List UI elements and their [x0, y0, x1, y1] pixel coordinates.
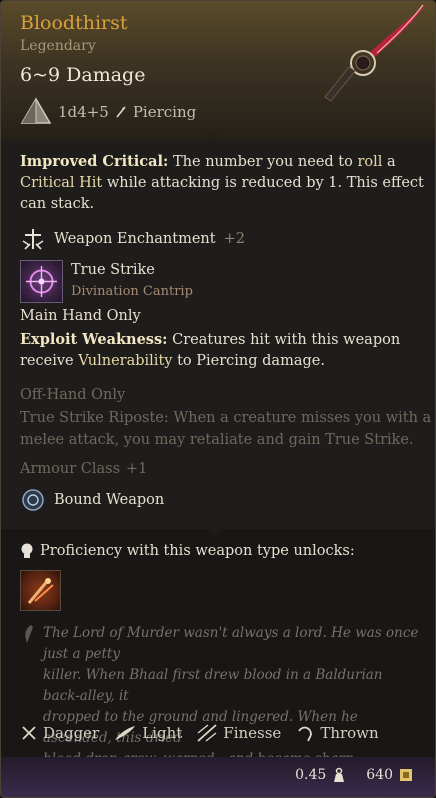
enchantment-value: +2: [223, 231, 245, 247]
critical-hit-link[interactable]: Critical Hit: [20, 175, 102, 191]
item-name: Bloodthirst: [20, 12, 128, 34]
footer-values: 0.45 640: [295, 767, 413, 783]
dagger-art-icon: [324, 3, 427, 102]
improved-critical-label: Improved Critical:: [20, 153, 169, 170]
item-damage: 6~9 Damage: [20, 64, 146, 86]
lightbulb-icon: [21, 543, 33, 558]
property-label: Finesse: [223, 724, 282, 742]
improved-critical-line-2: Critical Hit while attacking is reduced …: [20, 173, 424, 194]
spell-school: Divination Cantrip: [71, 284, 193, 299]
improved-critical-text: a: [387, 154, 396, 170]
spell-name: True Strike: [71, 262, 155, 278]
exploit-weakness-text: Creatures hit with this weapon: [172, 332, 401, 348]
feather-icon: [115, 726, 136, 740]
weight-icon: [334, 767, 345, 782]
exploit-weakness-text: receive: [20, 353, 74, 369]
damage-type: Piercing: [132, 103, 197, 121]
weapon-properties: Dagger Light Finesse Thrown: [20, 723, 379, 743]
proficiency-row: Proficiency with this weapon type unlock…: [20, 542, 355, 560]
property-dagger: Dagger: [20, 724, 99, 742]
improved-critical-line-3: can stack.: [20, 196, 95, 212]
item-tooltip: Bloodthirst Legendary 6~9 Damage 1d4+5 P…: [0, 0, 436, 798]
gold-value: 640: [366, 767, 393, 783]
lore-quill-icon: [25, 625, 33, 643]
property-label: Dagger: [43, 724, 100, 742]
improved-critical-text: The number you need to: [173, 154, 353, 170]
damage-dice-row: 1d4+5 Piercing: [20, 97, 196, 127]
vulnerability-link[interactable]: Vulnerability: [78, 353, 172, 369]
proficiency-label: Proficiency with this weapon type unlock…: [40, 543, 355, 559]
piercing-icon: [116, 106, 126, 118]
property-thrown: Thrown: [295, 723, 379, 743]
armour-class-label: Armour Class: [20, 461, 121, 477]
exploit-weakness-line-1: Exploit Weakness: Creatures hit with thi…: [20, 329, 400, 351]
property-finesse: Finesse: [196, 723, 281, 743]
proficiency-action-icon[interactable]: [20, 570, 61, 611]
true-strike-spell-icon[interactable]: [20, 260, 63, 303]
riposte-line-2: melee attack, you may retaliate and gain…: [20, 432, 414, 448]
off-hand-heading: Off-Hand Only: [20, 387, 126, 403]
bound-weapon-icon: [22, 489, 44, 511]
lore-line: killer. When Bhaal first drew blood in a…: [43, 667, 383, 704]
improved-critical-text: while attacking is reduced by 1. This ef…: [106, 175, 424, 191]
exploit-weakness-label: Exploit Weakness:: [20, 331, 168, 348]
gold-icon: [400, 769, 412, 781]
dagger-icon: [22, 726, 36, 740]
bound-weapon-label: Bound Weapon: [54, 492, 165, 508]
d4-dice-icon: [20, 97, 52, 124]
armour-class-row: Armour Class +1: [20, 461, 147, 477]
thrown-icon: [298, 726, 313, 742]
lower-notch: [207, 529, 221, 536]
exploit-weakness-text: to Piercing damage.: [177, 353, 325, 369]
bound-weapon-row: Bound Weapon: [20, 487, 164, 513]
improved-critical-line-1: Improved Critical: The number you need t…: [20, 151, 396, 173]
enchantment-label: Weapon Enchantment: [54, 231, 216, 247]
property-label: Thrown: [320, 724, 379, 742]
item-rarity: Legendary: [20, 38, 96, 54]
lore-text: The Lord of Murder wasn't always a lord.…: [43, 623, 423, 770]
roll-link[interactable]: roll: [357, 154, 382, 170]
enchantment-icon: [22, 229, 44, 250]
lore-line: The Lord of Murder wasn't always a lord.…: [43, 625, 419, 662]
armour-class-value: +1: [126, 461, 148, 477]
tooltip-header: Bloodthirst Legendary 6~9 Damage 1d4+5 P…: [1, 1, 435, 141]
property-light: Light: [113, 724, 182, 742]
weapon-enchantment-row: Weapon Enchantment +2: [20, 227, 245, 251]
property-label: Light: [142, 724, 183, 742]
damage-dice: 1d4+5: [58, 103, 109, 121]
exploit-weakness-line-2: receive Vulnerability to Piercing damage…: [20, 351, 325, 372]
finesse-icon: [197, 724, 217, 742]
riposte-line-1: True Strike Riposte: When a creature mis…: [20, 410, 432, 426]
weight-value: 0.45: [295, 767, 327, 783]
main-hand-heading: Main Hand Only: [20, 308, 141, 324]
